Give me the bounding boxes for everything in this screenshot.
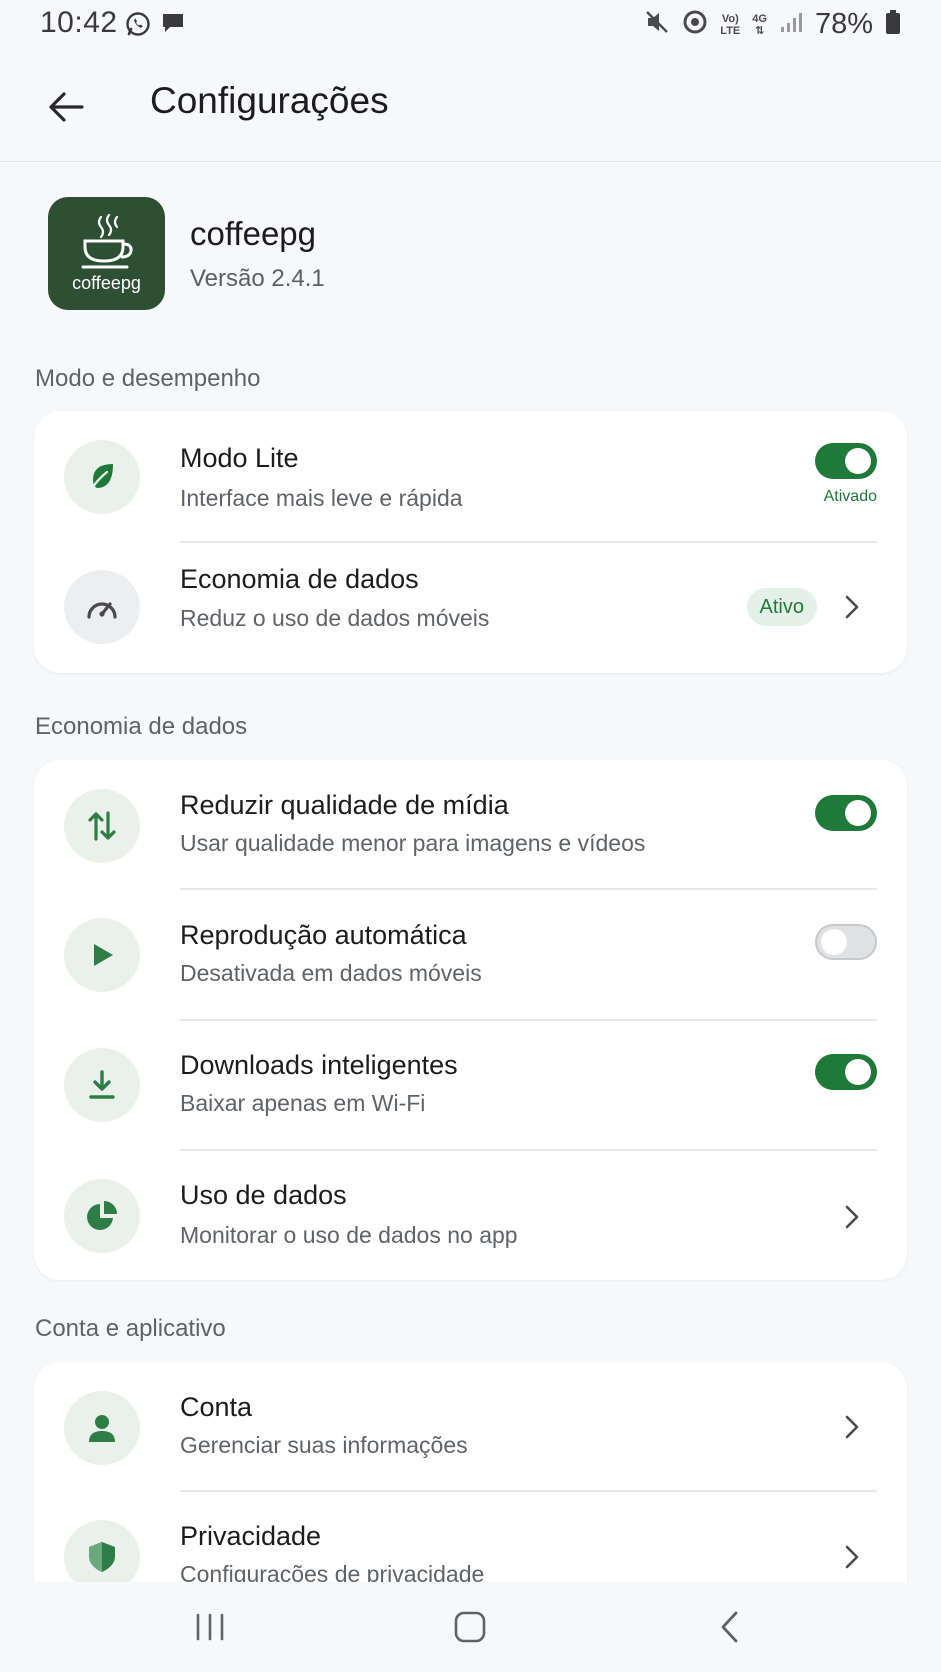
chevron-right-icon[interactable]	[841, 1201, 863, 1233]
row-title: Conta	[180, 1392, 253, 1422]
row-title: Privacidade	[180, 1521, 322, 1551]
app-info-header: coffeepg coffeepg Versão 2.4.1	[48, 197, 898, 311]
section-title-performance: Modo e desempenho	[35, 365, 261, 392]
download-icon	[64, 1048, 140, 1122]
app-version: Versão 2.4.1	[190, 265, 325, 292]
app-logo: coffeepg	[48, 197, 165, 310]
recents-button[interactable]	[180, 1604, 240, 1650]
list-item-downloads-inteligentes[interactable]: Downloads inteligentes Baixar apenas em …	[34, 1020, 907, 1151]
list-item-modo-lite[interactable]: Modo Lite Interface mais leve e rápida A…	[34, 411, 907, 543]
row-title: Uso de dados	[180, 1180, 347, 1210]
network-gen: 4G	[752, 12, 767, 25]
reproducao-automatica-toggle[interactable]	[815, 924, 877, 960]
back-icon	[721, 1611, 738, 1643]
toggle-status-label: Ativado	[823, 488, 877, 505]
mute-icon	[644, 9, 670, 40]
reduzir-qualidade-toggle[interactable]	[815, 795, 877, 831]
home-icon	[454, 1611, 486, 1643]
volte-icon: Vo) LTE	[720, 13, 740, 37]
play-icon	[64, 918, 140, 992]
status-time: 10:42	[40, 6, 118, 39]
app-name: coffeepg	[190, 215, 317, 252]
row-subtitle: Reduz o uso de dados móveis	[180, 605, 490, 631]
row-title: Modo Lite	[180, 443, 299, 473]
system-nav-bar	[0, 1582, 941, 1672]
status-bar: 10:42 Vo) LTE 4G ⇅ 78%	[0, 0, 941, 50]
status-badge: Ativo	[746, 588, 817, 626]
hotspot-icon	[682, 9, 708, 40]
chevron-right-icon[interactable]	[841, 1541, 863, 1573]
speedometer-icon	[64, 570, 140, 644]
list-item-uso-de-dados[interactable]: Uso de dados Monitorar o uso de dados no…	[34, 1150, 907, 1280]
system-icons: Vo) LTE 4G ⇅ 78%	[644, 8, 901, 41]
row-title: Downloads inteligentes	[180, 1050, 458, 1080]
leaf-icon	[64, 440, 140, 514]
battery-percent: 78%	[814, 8, 873, 40]
person-icon	[64, 1391, 140, 1465]
recents-icon	[196, 1613, 224, 1641]
row-subtitle: Desativada em dados móveis	[180, 960, 482, 986]
notification-icons	[124, 10, 186, 43]
app-bar: Configurações	[0, 52, 941, 162]
downloads-inteligentes-toggle[interactable]	[815, 1054, 877, 1090]
list-item-conta[interactable]: Conta Gerenciar suas informações	[34, 1362, 907, 1492]
row-title: Reduzir qualidade de mídia	[180, 790, 509, 820]
arrow-left-icon	[49, 92, 84, 122]
settings-screen: 10:42 Vo) LTE 4G ⇅ 78% Configurações cof…	[0, 0, 941, 1672]
section-title-account: Conta e aplicativo	[35, 1315, 226, 1342]
pie-chart-icon	[64, 1179, 140, 1253]
toggle-knob	[821, 929, 847, 955]
toggle-knob	[845, 1059, 871, 1085]
coffee-cup-icon	[81, 213, 133, 269]
volte-bottom: LTE	[720, 24, 741, 37]
row-subtitle: Monitorar o uso de dados no app	[180, 1222, 518, 1248]
toggle-knob	[845, 448, 871, 474]
chevron-right-icon[interactable]	[841, 591, 863, 623]
4g-icon: 4G ⇅	[752, 12, 767, 37]
chevron-right-icon[interactable]	[841, 1411, 863, 1443]
home-button[interactable]	[440, 1604, 500, 1650]
row-subtitle: Gerenciar suas informações	[180, 1432, 468, 1458]
modo-lite-toggle[interactable]	[815, 443, 877, 479]
up-down-arrows-icon	[64, 789, 140, 863]
message-icon	[160, 10, 186, 43]
battery-icon	[885, 9, 901, 40]
toggle-knob	[845, 800, 871, 826]
row-subtitle: Interface mais leve e rápida	[180, 485, 463, 511]
whatsapp-icon	[124, 10, 152, 43]
back-button[interactable]	[38, 82, 94, 132]
nav-back-button[interactable]	[700, 1604, 760, 1650]
signal-icon	[779, 10, 803, 39]
row-subtitle: Baixar apenas em Wi-Fi	[180, 1090, 426, 1116]
row-title: Economia de dados	[180, 564, 419, 594]
volte-top: Vo)	[721, 12, 739, 25]
list-item-reproducao-automatica[interactable]: Reprodução automática Desativada em dado…	[34, 890, 907, 1021]
section-title-data-saving: Economia de dados	[35, 713, 248, 740]
row-subtitle: Usar qualidade menor para imagens e víde…	[180, 830, 646, 856]
list-item-economia-dados[interactable]: Economia de dados Reduz o uso de dados m…	[34, 542, 907, 673]
row-title: Reprodução automática	[180, 920, 467, 950]
logo-text: coffeepg	[72, 273, 141, 293]
page-title: Configurações	[150, 80, 389, 121]
performance-card: Modo Lite Interface mais leve e rápida A…	[34, 411, 907, 673]
data-saving-card: Reduzir qualidade de mídia Usar qualidad…	[34, 760, 907, 1280]
list-item-reduzir-qualidade[interactable]: Reduzir qualidade de mídia Usar qualidad…	[34, 760, 907, 890]
